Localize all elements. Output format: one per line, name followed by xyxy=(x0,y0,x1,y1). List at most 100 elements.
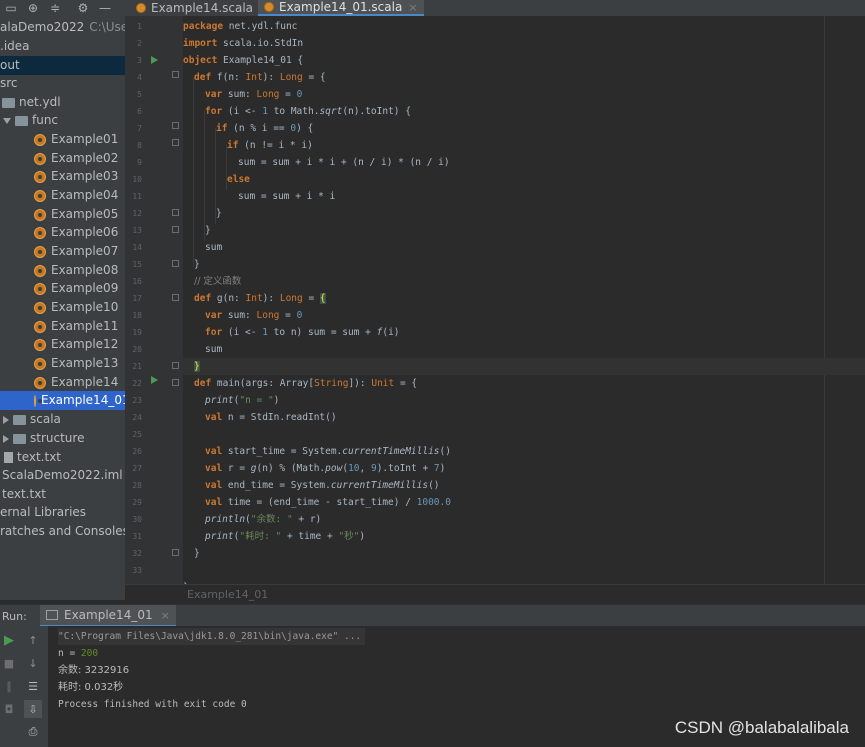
camera-icon[interactable]: ◘ xyxy=(2,702,16,716)
tree-item-example01[interactable]: Example01 xyxy=(34,130,118,149)
tree-item-scratches[interactable]: ratches and Consoles xyxy=(0,522,125,541)
code-line[interactable]: print("耗时: " + time + "秒") xyxy=(183,528,865,545)
code-line[interactable]: else xyxy=(183,171,865,188)
code-text: } xyxy=(216,208,222,219)
code-editor[interactable]: 1 2 3 4 5 6 7 8 9 10 11 12 13 14 15 16 17 18 19 20 21 22 23 24 2… xyxy=(125,16,865,584)
gear-icon[interactable]: ⚙ xyxy=(76,1,90,15)
code-line[interactable]: for (i <- 1 to n) sum = sum + f(i) xyxy=(183,324,865,341)
collapse-icon[interactable]: ≑ xyxy=(48,1,62,15)
chevron-down-icon[interactable] xyxy=(3,117,11,124)
arrow-down-icon[interactable]: ↓ xyxy=(26,656,40,670)
tree-item-out[interactable]: out xyxy=(0,56,125,75)
code-line[interactable]: sum = sum + i * i + (n / i) * (n / i) xyxy=(183,154,865,171)
pause-icon[interactable]: ∥ xyxy=(2,679,16,693)
breadcrumb-item[interactable]: Example14_01 xyxy=(187,588,268,601)
fold-icon[interactable] xyxy=(172,260,179,267)
fold-icon[interactable] xyxy=(172,294,179,301)
tree-item-example12[interactable]: Example12 xyxy=(34,335,118,354)
close-icon[interactable]: × xyxy=(408,1,417,14)
tree-item-example10[interactable]: Example10 xyxy=(34,298,118,317)
fold-icon[interactable] xyxy=(172,226,179,233)
code-line[interactable]: def g(n: Int): Long = { xyxy=(183,290,865,307)
run-gutter-icon[interactable] xyxy=(151,56,158,64)
code-line[interactable]: val n = StdIn.readInt() xyxy=(183,409,865,426)
tree-item-example14[interactable]: Example14 xyxy=(34,373,118,392)
arrow-up-icon[interactable]: ↑ xyxy=(26,633,40,647)
tree-item-example02[interactable]: Example02 xyxy=(34,149,118,168)
code-line[interactable]: def main(args: Array[String]): Unit = { xyxy=(183,375,865,392)
code-line[interactable]: } xyxy=(183,205,865,222)
fold-icon[interactable] xyxy=(172,549,179,556)
rerun-icon[interactable]: ▶ xyxy=(2,633,16,648)
tree-item-example11[interactable]: Example11 xyxy=(34,317,118,336)
code-line[interactable]: var sum: Long = 0 xyxy=(183,86,865,103)
minimize-icon[interactable]: — xyxy=(98,1,112,15)
code-line[interactable]: val end_time = System.currentTimeMillis(… xyxy=(183,477,865,494)
code-line[interactable]: val time = (end_time - start_time) / 100… xyxy=(183,494,865,511)
number-literal: 1000.0 xyxy=(416,497,451,508)
code-line[interactable]: val r = g(n) % (Math.pow(10, 9).toInt + … xyxy=(183,460,865,477)
tree-item-text-txt[interactable]: text.txt xyxy=(4,448,61,467)
code-line[interactable]: if (n % i == 0) { xyxy=(183,120,865,137)
tree-item-external-libraries[interactable]: ernal Libraries xyxy=(0,503,86,522)
keyword: val xyxy=(205,412,223,423)
code-line[interactable]: for (i <- 1 to Math.sqrt(n).toInt) { xyxy=(183,103,865,120)
fold-icon[interactable] xyxy=(172,209,179,216)
code-line[interactable]: } xyxy=(183,256,865,273)
code-line[interactable]: println("余数: " + r) xyxy=(183,511,865,528)
locate-target-icon[interactable]: ⊕ xyxy=(26,1,40,15)
tab-example14-01[interactable]: Example14_01.scala × xyxy=(258,0,424,16)
scroll-to-end-icon[interactable]: ⇩ xyxy=(24,700,42,718)
code-line[interactable]: def f(n: Int): Long = { xyxy=(183,69,865,86)
tree-item-example04[interactable]: Example04 xyxy=(34,186,118,205)
tree-item-idea[interactable]: .idea xyxy=(0,37,30,56)
tree-item-example09[interactable]: Example09 xyxy=(34,279,118,298)
code-line[interactable]: if (n != i * i) xyxy=(183,137,865,154)
fold-icon[interactable] xyxy=(172,139,179,146)
code-line[interactable]: import scala.io.StdIn xyxy=(183,35,865,52)
chevron-right-icon[interactable] xyxy=(3,434,9,443)
tree-item-scala[interactable]: scala xyxy=(3,410,61,429)
fold-icon[interactable] xyxy=(172,122,179,129)
fold-icon[interactable] xyxy=(172,379,179,386)
code-line[interactable]: sum = sum + i * i xyxy=(183,188,865,205)
tree-item-func[interactable]: func xyxy=(3,111,58,130)
code-text: end_time = System. xyxy=(222,480,331,491)
keyword: val xyxy=(205,446,223,457)
code-line[interactable]: sum xyxy=(183,239,865,256)
fold-icon[interactable] xyxy=(172,362,179,369)
tree-item-example08[interactable]: Example08 xyxy=(34,261,118,280)
stop-icon[interactable]: ■ xyxy=(2,656,16,670)
tree-item-example07[interactable]: Example07 xyxy=(34,242,118,261)
code-line[interactable]: object Example14_01 { xyxy=(183,52,865,69)
code-line[interactable]: sum xyxy=(183,341,865,358)
tree-item-example06[interactable]: Example06 xyxy=(34,223,118,242)
run-gutter-icon[interactable] xyxy=(151,376,158,384)
tree-item-example13[interactable]: Example13 xyxy=(34,354,118,373)
tree-item-example14-01[interactable]: Example14_01 xyxy=(0,391,125,410)
code-line[interactable]: // 定义函数 xyxy=(183,273,865,290)
tab-example14[interactable]: Example14.scala × xyxy=(130,0,274,16)
tree-item-src[interactable]: src xyxy=(0,74,18,93)
tree-item-project-root[interactable]: alaDemo2022 C:\Users\ xyxy=(0,18,125,37)
chevron-right-icon[interactable] xyxy=(3,415,9,424)
tree-item-net-ydl[interactable]: net.ydl xyxy=(2,93,61,112)
code-line[interactable]: var sum: Long = 0 xyxy=(183,307,865,324)
code-line[interactable]: } xyxy=(183,222,865,239)
code-line[interactable]: } xyxy=(183,545,865,562)
print-icon[interactable]: ⎙ xyxy=(26,725,40,739)
tree-item-example03[interactable]: Example03 xyxy=(34,167,118,186)
code-line[interactable]: val start_time = System.currentTimeMilli… xyxy=(183,443,865,460)
project-view-icon[interactable]: ▭ xyxy=(4,1,18,15)
tree-item-structure[interactable]: structure xyxy=(3,429,84,448)
tree-item-example05[interactable]: Example05 xyxy=(34,205,118,224)
tree-item-text-txt-root[interactable]: text.txt xyxy=(2,485,46,504)
fold-icon[interactable] xyxy=(172,71,179,78)
run-tab[interactable]: Example14_01 × xyxy=(40,605,176,627)
soft-wrap-icon[interactable]: ☰ xyxy=(26,679,40,693)
tree-item-iml[interactable]: ScalaDemo2022.iml xyxy=(2,466,123,485)
code-line-current[interactable]: } xyxy=(183,358,865,375)
code-line[interactable]: print("n = ") xyxy=(183,392,865,409)
close-icon[interactable]: × xyxy=(161,609,170,622)
code-line[interactable]: ​package net.ydl.func xyxy=(183,18,865,35)
